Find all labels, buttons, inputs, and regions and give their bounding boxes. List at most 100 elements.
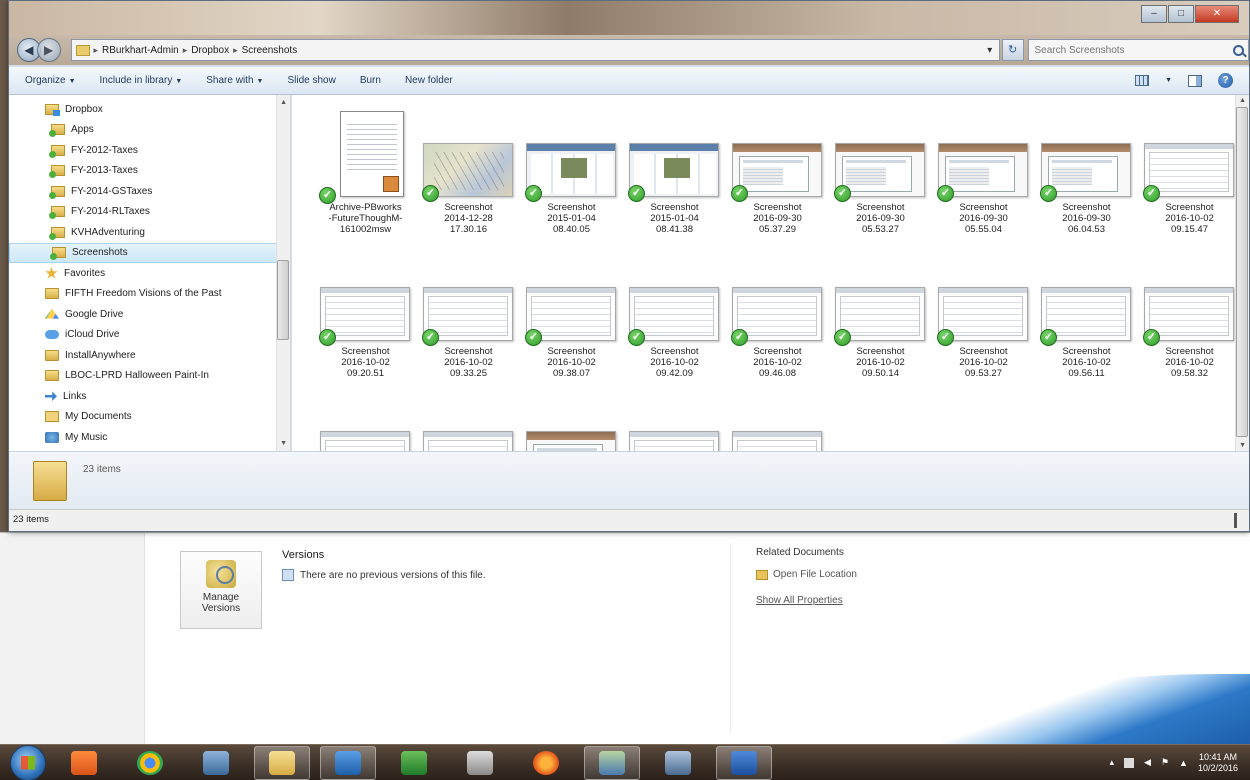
file-item[interactable]: ✓ Screenshot 2015-01-04 08.40.05 (520, 97, 623, 237)
include-in-library-menu[interactable]: Include in library ▼ (100, 75, 183, 86)
taskbar-button[interactable] (452, 746, 508, 780)
file-item[interactable]: ✓ Screenshot 2016-10-02 09.53.27 (932, 241, 1035, 381)
details-pane: 23 items (9, 451, 1249, 509)
file-item[interactable]: ✓ Screenshot 2016-10-02 09.56.11 (1035, 241, 1138, 381)
nav-item-label: My Documents (65, 411, 132, 423)
file-item[interactable]: ✓ Screenshot 2016-09-30 05.53.27 (829, 97, 932, 237)
nav-item[interactable]: Favorites (9, 263, 290, 284)
scroll-up-icon[interactable]: ▲ (1239, 97, 1246, 104)
nav-item[interactable]: My Music (9, 427, 290, 448)
breadcrumb-item[interactable]: RBurkhart-Admin (102, 45, 179, 56)
scroll-up-icon[interactable]: ▲ (280, 99, 287, 106)
file-item[interactable]: ✓ Screenshot 2016-10-02 09.58.32 (1138, 241, 1241, 381)
breadcrumb-item[interactable]: Dropbox (191, 45, 229, 56)
nav-item[interactable]: Dropbox (9, 99, 290, 120)
synced-check-icon: ✓ (525, 329, 542, 346)
file-item[interactable]: ✓ Screenshot 2016-10-02 09.38.07 (520, 241, 623, 381)
file-item[interactable]: ✓ Screenshot 2016-10-02 09.20.51 (314, 241, 417, 381)
manage-versions-button[interactable]: Manage Versions (180, 551, 262, 629)
taskbar-button[interactable] (650, 746, 706, 780)
navigation-pane: Dropbox Apps FY-2012-Taxes FY-2013-Taxes FY-… (9, 95, 291, 451)
new-folder-button[interactable]: New folder (405, 75, 453, 86)
volume-icon[interactable]: ◀ (1144, 757, 1151, 768)
dropdown-arrow-icon: ▼ (175, 78, 183, 85)
clock[interactable]: 10:41 AM 10/2/2016 (1198, 752, 1238, 774)
slide-show-button[interactable]: Slide show (287, 75, 335, 86)
search-input[interactable] (1034, 44, 1230, 56)
tray-expand-icon[interactable]: ▴ (1110, 757, 1115, 768)
refresh-button[interactable]: ↻ (1001, 39, 1024, 61)
scroll-down-icon[interactable]: ▼ (280, 440, 287, 447)
taskbar-button[interactable] (518, 746, 574, 780)
open-file-location-link[interactable]: Open File Location (756, 569, 857, 580)
minimize-button[interactable]: – (1141, 5, 1167, 23)
taskbar-button[interactable] (320, 745, 376, 780)
file-item[interactable]: ✓ Screenshot 2016-09-30 05.37.29 (726, 97, 829, 237)
file-name: Screenshot 2016-10-02 09.20.51 (341, 346, 390, 379)
taskbar-button[interactable] (188, 746, 244, 780)
share-with-menu[interactable]: Share with ▼ (206, 75, 263, 86)
start-button[interactable] (10, 744, 46, 780)
file-item[interactable]: ✓ (314, 385, 417, 451)
flag-icon[interactable]: ⚑ (1161, 757, 1169, 768)
taskbar-button[interactable] (56, 746, 112, 780)
nav-item[interactable]: InstallAnywhere (9, 345, 290, 366)
search-icon[interactable] (1233, 44, 1245, 56)
nav-item[interactable]: FY-2014-GSTaxes (9, 181, 290, 202)
content-scrollbar[interactable]: ▲ ▼ (1235, 95, 1249, 451)
nav-item[interactable]: LBOC-LPRD Halloween Paint-In (9, 366, 290, 387)
network-tray-icon[interactable] (1124, 757, 1135, 768)
nav-item[interactable]: Google Drive (9, 304, 290, 325)
nav-item[interactable]: Screenshots (9, 242, 290, 263)
burn-button[interactable]: Burn (360, 75, 381, 86)
taskbar-button[interactable] (584, 745, 640, 780)
nav-item[interactable]: My Documents (9, 407, 290, 428)
file-item[interactable]: ✓ Screenshot 2015-01-04 08.41.38 (623, 97, 726, 237)
file-item[interactable]: ✓ Screenshot 2016-09-30 05.55.04 (932, 97, 1035, 237)
organize-menu[interactable]: Organize ▼ (25, 75, 76, 86)
file-item[interactable]: ✓ Screenshot 2016-10-02 09.42.09 (623, 241, 726, 381)
address-dropdown-icon[interactable]: ▾ (981, 45, 999, 56)
file-item[interactable]: ✓ Screenshot 2016-10-02 09.50.14 (829, 241, 932, 381)
nav-item[interactable]: FIFTH Freedom Visions of the Past (9, 284, 290, 305)
address-bar[interactable]: ▸ RBurkhart-Admin ▸ Dropbox ▸ Screenshot… (70, 39, 1000, 61)
synced-check-icon: ✓ (1143, 185, 1160, 202)
close-button[interactable]: ✕ (1195, 5, 1239, 23)
show-all-properties-link[interactable]: Show All Properties (756, 595, 843, 606)
title-bar[interactable]: – □ ✕ (9, 1, 1249, 35)
file-item[interactable]: ✓ (417, 385, 520, 451)
file-item[interactable]: ✓ (623, 385, 726, 451)
help-icon[interactable]: ? (1218, 73, 1233, 88)
signal-icon[interactable]: ▲ (1179, 758, 1188, 768)
nav-scroll-thumb[interactable] (277, 260, 289, 340)
content-scroll-thumb[interactable] (1236, 107, 1248, 437)
file-item[interactable]: ✓ Screenshot 2016-10-02 09.46.08 (726, 241, 829, 381)
file-item[interactable]: ✓ Screenshot 2016-10-02 09.15.47 (1138, 97, 1241, 237)
file-item[interactable]: ✓ Screenshot 2016-10-02 09.33.25 (417, 241, 520, 381)
taskbar-button[interactable] (716, 745, 772, 780)
nav-item[interactable]: KVHAdventuring (9, 222, 290, 243)
taskbar-button[interactable] (386, 746, 442, 780)
change-view-icon[interactable] (1135, 75, 1150, 86)
nav-item[interactable]: Links (9, 386, 290, 407)
file-item[interactable]: ✓ (520, 385, 623, 451)
nav-scrollbar[interactable]: ▲ ▼ (276, 95, 290, 451)
file-item[interactable]: ✓ Archive-PBworks -FutureThoughM- 161002m… (314, 97, 417, 237)
breadcrumb-item[interactable]: Screenshots (242, 45, 298, 56)
nav-item[interactable]: FY-2013-Taxes (9, 161, 290, 182)
preview-pane-icon[interactable] (1188, 74, 1202, 87)
file-item[interactable]: ✓ Screenshot 2014-12-28 17.30.16 (417, 97, 520, 237)
nav-item[interactable]: iCloud Drive (9, 325, 290, 346)
taskbar-button[interactable] (122, 746, 178, 780)
maximize-button[interactable]: □ (1168, 5, 1194, 23)
nav-item[interactable]: FY-2014-RLTaxes (9, 202, 290, 223)
nav-item[interactable]: FY-2012-Taxes (9, 140, 290, 161)
view-dropdown-icon[interactable]: ▼ (1165, 77, 1172, 84)
forward-button[interactable]: ▶ (36, 38, 61, 62)
scroll-down-icon[interactable]: ▼ (1239, 442, 1246, 449)
file-item[interactable]: ✓ Screenshot 2016-09-30 06.04.53 (1035, 97, 1138, 237)
file-item[interactable]: ✓ (726, 385, 829, 451)
taskbar-button[interactable] (254, 745, 310, 780)
nav-item[interactable]: Apps (9, 120, 290, 141)
search-box[interactable] (1027, 39, 1250, 61)
